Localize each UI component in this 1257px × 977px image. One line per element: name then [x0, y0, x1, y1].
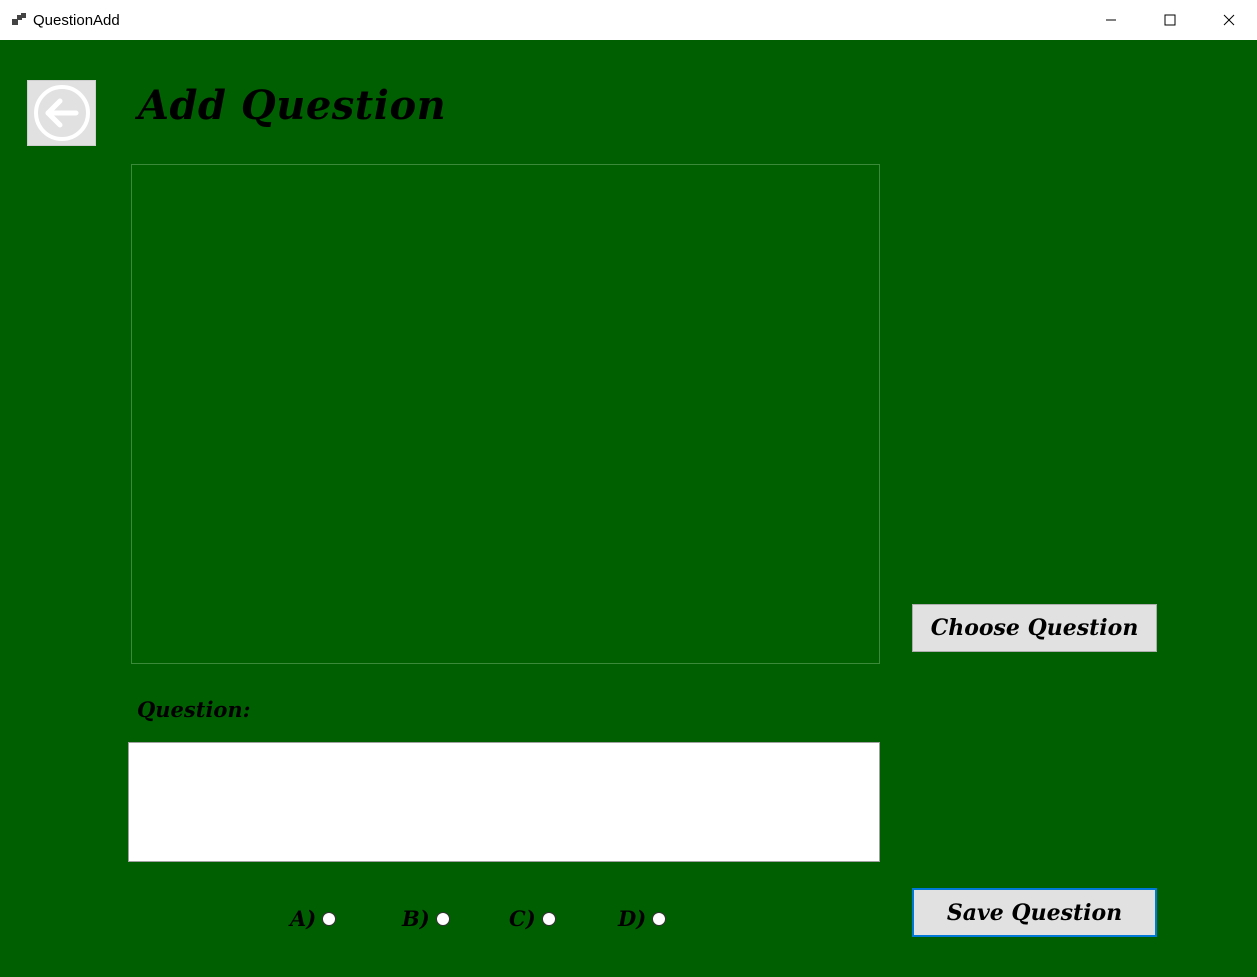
option-b[interactable]: B)	[402, 906, 450, 931]
option-b-label: B)	[402, 906, 430, 931]
option-a[interactable]: A)	[290, 906, 337, 931]
app-icon	[12, 13, 26, 25]
option-d-radio[interactable]	[652, 911, 667, 926]
option-d[interactable]: D)	[618, 906, 667, 931]
option-c-label: C)	[509, 906, 536, 931]
option-c-radio[interactable]	[541, 911, 556, 926]
page-title: Add Question	[138, 82, 447, 129]
title-bar: QuestionAdd	[0, 0, 1257, 40]
option-b-radio[interactable]	[435, 911, 450, 926]
maximize-icon	[1164, 14, 1176, 26]
choose-question-button[interactable]: Choose Question	[912, 604, 1157, 652]
question-label: Question:	[137, 697, 251, 722]
option-c[interactable]: C)	[509, 906, 556, 931]
option-a-radio[interactable]	[322, 911, 337, 926]
question-image-box	[131, 164, 880, 664]
minimize-button[interactable]	[1088, 0, 1134, 40]
maximize-button[interactable]	[1147, 0, 1193, 40]
option-a-label: A)	[290, 906, 317, 931]
close-icon	[1223, 14, 1235, 26]
minimize-icon	[1106, 19, 1116, 21]
question-input[interactable]	[128, 742, 880, 862]
save-question-button[interactable]: Save Question	[912, 888, 1157, 937]
option-d-label: D)	[618, 906, 647, 931]
back-button[interactable]	[27, 80, 96, 146]
window-title: QuestionAdd	[33, 12, 120, 29]
back-arrow-icon	[33, 85, 90, 141]
close-button[interactable]	[1206, 0, 1252, 40]
